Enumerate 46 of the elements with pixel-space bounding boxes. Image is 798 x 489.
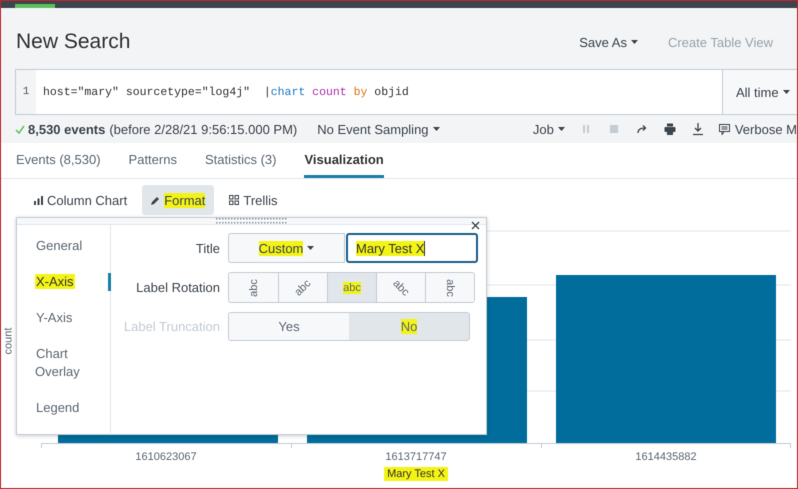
job-menu[interactable]: Job <box>532 122 565 136</box>
event-count: 8,530 events <box>28 122 106 136</box>
event-time-note: (before 2/28/21 9:56:15.000 PM) <box>109 122 298 136</box>
rotation-option[interactable]: abc <box>425 273 474 302</box>
download-icon[interactable] <box>690 122 705 136</box>
caret-icon <box>307 246 314 250</box>
rotation-option[interactable]: abc <box>376 273 425 302</box>
sampling-menu[interactable]: No Event Sampling <box>317 122 440 136</box>
share-icon[interactable] <box>634 122 649 136</box>
field-label: Title <box>194 240 221 256</box>
format-section[interactable]: General <box>35 237 95 255</box>
format-section[interactable]: Chart Overlay <box>35 345 95 381</box>
rotation-option[interactable]: abc <box>327 273 376 302</box>
x-axis-title: Mary Test X <box>384 467 448 481</box>
field-label: Label Truncation <box>122 319 221 334</box>
chart-type-button[interactable]: Column Chart <box>25 185 136 215</box>
y-axis-title: count <box>2 328 14 354</box>
rotation-option[interactable]: abc <box>229 273 278 302</box>
caret-icon <box>558 127 565 131</box>
drag-handle-icon[interactable] <box>216 218 288 224</box>
selection-indicator <box>108 273 111 291</box>
tab[interactable]: Statistics (3) <box>204 144 276 178</box>
trellis-button[interactable]: Trellis <box>220 185 287 215</box>
tab[interactable]: Patterns <box>128 144 177 178</box>
caret-icon <box>630 40 638 44</box>
x-axis-label: 1614435882 <box>635 451 697 463</box>
title-field[interactable]: Mary Test X <box>346 233 478 263</box>
pencil-icon <box>151 196 160 204</box>
tab[interactable]: Visualization <box>304 144 384 178</box>
tab[interactable]: Events (8,530) <box>16 144 101 178</box>
close-button[interactable] <box>469 219 482 232</box>
rotation-option[interactable]: abc <box>278 273 327 302</box>
format-section[interactable]: Y-Axis <box>35 309 95 327</box>
x-axis-label: 1613717747 <box>385 451 447 463</box>
grid-icon <box>229 195 240 205</box>
bar-chart-icon <box>34 196 43 204</box>
search-mode-menu[interactable]: Verbose M <box>718 122 797 136</box>
x-axis-label: 1610623067 <box>135 451 197 463</box>
save-as-menu[interactable]: Save As <box>579 30 638 54</box>
caret-icon <box>432 127 440 131</box>
page-title: New Search <box>16 30 132 54</box>
format-section[interactable]: Legend <box>35 399 95 417</box>
print-icon[interactable] <box>662 122 677 136</box>
field-label: Label Rotation <box>135 280 221 295</box>
title-mode-dropdown[interactable]: Custom <box>228 233 345 263</box>
check-icon <box>15 124 25 134</box>
